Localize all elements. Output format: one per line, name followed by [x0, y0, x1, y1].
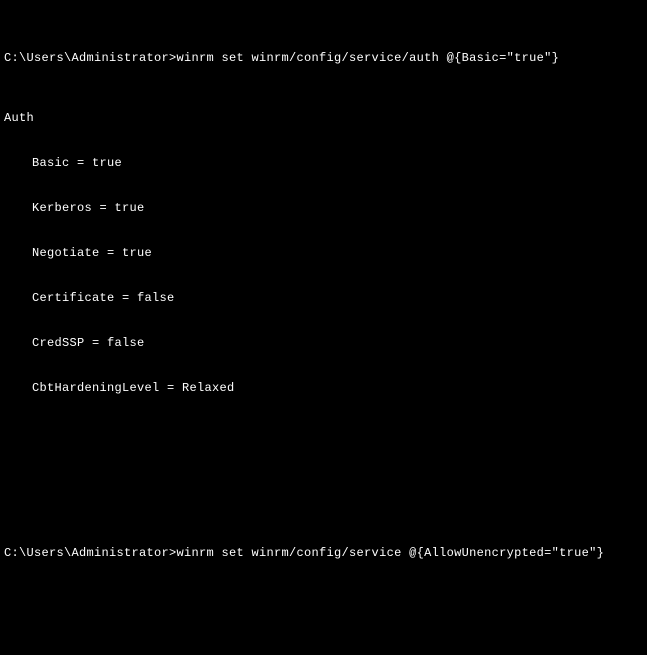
prompt-1: C:\Users\Administrator>	[4, 51, 177, 65]
prompt-2: C:\Users\Administrator>	[4, 546, 177, 560]
command-1: winrm set winrm/config/service/auth @{Ba…	[177, 51, 560, 65]
prompt-line-1: C:\Users\Administrator>winrm set winrm/c…	[4, 51, 643, 66]
auth-credssp: CredSSP = false	[4, 336, 643, 351]
auth-basic: Basic = true	[4, 156, 643, 171]
terminal-window[interactable]: C:\Users\Administrator>winrm set winrm/c…	[0, 0, 647, 655]
auth-negotiate: Negotiate = true	[4, 246, 643, 261]
command-2: winrm set winrm/config/service @{AllowUn…	[177, 546, 605, 560]
blank-line	[4, 606, 643, 621]
auth-certificate: Certificate = false	[4, 291, 643, 306]
auth-header: Auth	[4, 111, 643, 126]
blank-line	[4, 486, 643, 501]
prompt-line-2: C:\Users\Administrator>winrm set winrm/c…	[4, 546, 643, 561]
auth-kerberos: Kerberos = true	[4, 201, 643, 216]
blank-line	[4, 441, 643, 456]
auth-cbt: CbtHardeningLevel = Relaxed	[4, 381, 643, 396]
